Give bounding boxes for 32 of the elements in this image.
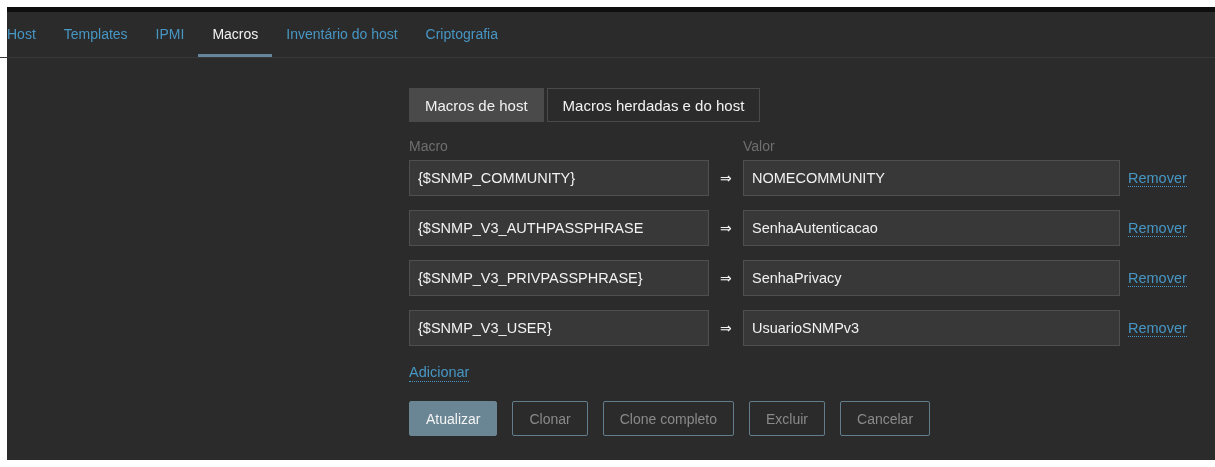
mode-toggle-button[interactable]: Macros de host: [409, 88, 544, 122]
tab[interactable]: Templates: [49, 12, 142, 57]
tab[interactable]: Criptografia: [411, 12, 512, 57]
macro-field[interactable]: {$SNMP_V3_AUTHPASSPHRASE: [409, 210, 709, 246]
tab[interactable]: IPMI: [141, 12, 199, 57]
tab[interactable]: Macros: [198, 12, 273, 57]
form-button[interactable]: Clone completo: [602, 401, 734, 436]
remove-link[interactable]: Remover: [1128, 319, 1187, 337]
column-header: Macro: [409, 138, 449, 154]
arrow-symbol: ⇒: [719, 270, 733, 286]
macro-field[interactable]: {$SNMP_COMMUNITY}: [409, 160, 709, 196]
mode-toggle-button[interactable]: Macros herdadas e do host: [546, 88, 761, 122]
form-button[interactable]: Cancelar: [840, 401, 931, 436]
remove-link[interactable]: Remover: [1128, 269, 1187, 287]
column-header: Valor: [743, 138, 775, 154]
form-button[interactable]: Atualizar: [409, 401, 498, 436]
arrow-symbol: ⇒: [719, 170, 733, 186]
macro-field[interactable]: {$SNMP_V3_PRIVPASSPHRASE}: [409, 260, 709, 296]
form-button[interactable]: Excluir: [749, 401, 825, 436]
value-field[interactable]: NOMECOMMUNITY: [743, 160, 1120, 196]
value-field[interactable]: SenhaAutenticacao: [743, 210, 1120, 246]
macro-field[interactable]: {$SNMP_V3_USER}: [409, 310, 709, 346]
arrow-symbol: ⇒: [719, 220, 733, 236]
remove-link[interactable]: Remover: [1128, 169, 1187, 187]
value-field[interactable]: UsuarioSNMPv3: [743, 310, 1120, 346]
arrow-symbol: ⇒: [719, 320, 733, 336]
form-button[interactable]: Clonar: [512, 401, 588, 436]
value-field[interactable]: SenhaPrivacy: [743, 260, 1120, 296]
tab[interactable]: Host: [0, 12, 50, 57]
remove-link[interactable]: Remover: [1128, 219, 1187, 237]
add-link[interactable]: Adicionar: [409, 364, 470, 382]
tab[interactable]: Inventário do host: [272, 12, 412, 57]
